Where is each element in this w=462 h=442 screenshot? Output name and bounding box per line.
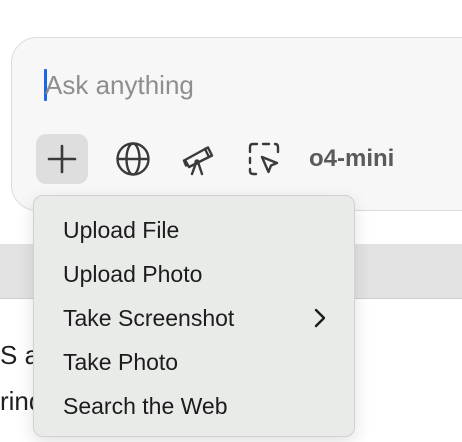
attach-dropdown-menu: Upload File Upload Photo Take Screenshot…	[33, 195, 355, 437]
select-region-icon	[248, 142, 280, 176]
menu-item-take-photo[interactable]: Take Photo	[34, 340, 354, 384]
web-search-button[interactable]	[107, 134, 159, 184]
app-window: S app e rindow y Ask anything	[0, 0, 462, 442]
menu-item-upload-photo[interactable]: Upload Photo	[34, 252, 354, 296]
prompt-placeholder: Ask anything	[45, 70, 194, 100]
menu-item-label: Upload Photo	[63, 260, 203, 287]
screen-select-button[interactable]	[238, 134, 290, 184]
plus-icon	[47, 144, 77, 174]
chevron-right-icon	[314, 308, 326, 328]
menu-item-label: Take Screenshot	[63, 304, 235, 331]
deep-research-button[interactable]	[172, 134, 224, 184]
telescope-icon	[182, 146, 214, 176]
menu-item-label: Search the Web	[63, 392, 228, 419]
globe-icon	[116, 142, 150, 176]
menu-item-label: Take Photo	[63, 348, 179, 375]
prompt-input[interactable]: Ask anything	[44, 68, 194, 102]
menu-item-label: Upload File	[63, 216, 180, 243]
menu-item-take-screenshot[interactable]: Take Screenshot	[34, 296, 354, 340]
chat-composer: Ask anything o4-mini	[11, 37, 462, 211]
menu-item-upload-file[interactable]: Upload File	[34, 208, 354, 252]
model-selector[interactable]: o4-mini	[309, 144, 394, 174]
menu-item-search-web[interactable]: Search the Web	[34, 384, 354, 428]
attach-button[interactable]	[36, 134, 88, 184]
